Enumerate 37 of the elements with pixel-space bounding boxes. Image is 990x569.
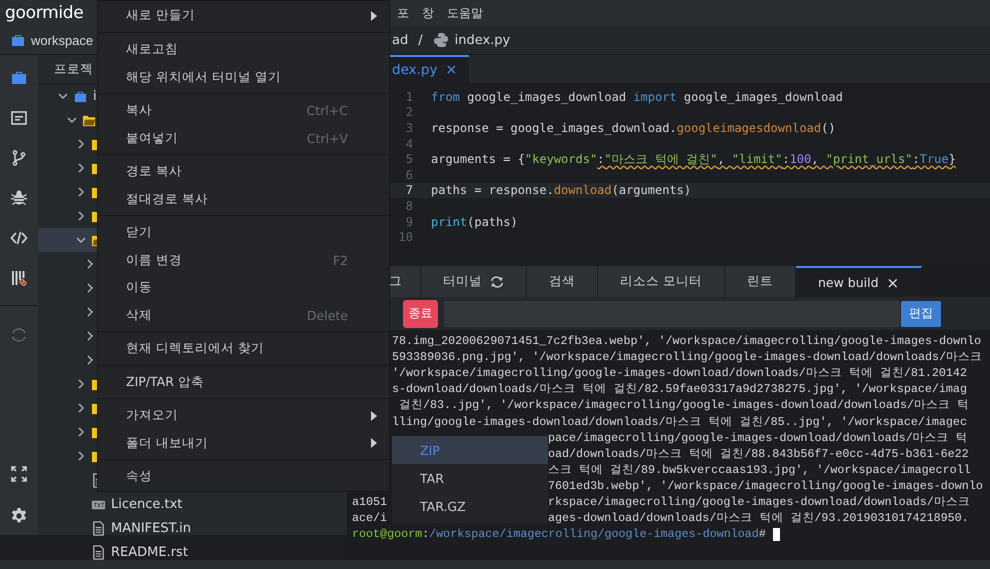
- line-number: 7: [404, 183, 413, 198]
- terminal-line: 78.img_20200629071451_7c2fb3ea.webp', '/workspace/imagecrolling/google-images-downlo: [392, 333, 982, 350]
- terminal-line: 593389036.png.jpg', '/workspace/imagecrolling/google-images-download/downloads/마스크: [392, 349, 984, 366]
- terminal-line: lling/google-images-download/downloads/마스크 턱에 걸친/85..jpg', '/workspace/imagec: [392, 414, 968, 430]
- terminal-line: s-download/downloads/마스크 턱에 걸친/82.59fae03317a9d2738275.jpg', '/workspace/imag: [392, 381, 968, 398]
- line-number: 9: [404, 214, 413, 229]
- line-number: 1: [404, 90, 413, 104]
- line-number: 2: [404, 105, 413, 120]
- terminal-line: pace/imagecrolling/google-images-download/downloads/마스크 턱: [548, 430, 969, 446]
- terminal-line: ages-download/downloads/마스크 턱에 걸친/93.20190310174218950.: [548, 510, 970, 526]
- terminal-line: rkspace/imagecrolling/google-images-download/downloads/마스크: [548, 494, 971, 510]
- breadcrumb-separator: /: [418, 32, 423, 48]
- code-line: from google_images_download import google_images_download: [431, 90, 843, 104]
- shortcut-label: Ctrl+V: [306, 130, 348, 146]
- terminal-line: 스크 턱에 걸친/89.bw5kverccaas193.jpg', '/workspace/imagecroll: [548, 462, 972, 478]
- panel-title: 프로젝: [54, 60, 93, 78]
- line-number: 8: [404, 198, 413, 213]
- shortcut-label: Ctrl+C: [306, 103, 348, 118]
- terminal-line: '/workspace/imagecrolling/google-images-download/downloads/마스크 턱에 걸친/81.20142: [392, 365, 968, 382]
- line-number: 5: [404, 152, 413, 166]
- code-line: response = google_images_download.googleimagesdownload(): [431, 120, 836, 135]
- line-number: 6: [404, 168, 413, 182]
- terminal-line: a1051: [351, 494, 388, 510]
- terminal-line: 7601ed3b.webp', '/workspace/imagecrolling/google-images-downlo: [548, 478, 984, 494]
- terminal-line: 걸친/83..jpg', '/workspace/imagecrolling/google-images-download/downloads/마스크 턱: [398, 397, 970, 414]
- code-line: print(paths): [431, 214, 518, 229]
- terminal-line: ace/i: [351, 510, 388, 526]
- code-line: arguments = {"keywords":"마스크 턱에 걸친", "limit":100, "print_urls":True}: [431, 150, 956, 168]
- terminal-prompt: root@goorm:/workspace/imagecrolling/google-images-download#: [351, 526, 766, 542]
- shortcut-label: Delete: [306, 308, 348, 323]
- app-logo: goormide: [4, 3, 84, 23]
- code-line: paths = response.download(arguments): [431, 183, 692, 198]
- terminal-line: oad/downloads/마스크 턱에 걸친/88.843b56f7-e0cc-4d75-b361-6e22: [548, 446, 970, 462]
- shortcut-label: F2: [332, 252, 348, 268]
- line-number: 4: [404, 136, 413, 151]
- line-number: 10: [398, 230, 413, 244]
- line-number: 3: [404, 120, 413, 135]
